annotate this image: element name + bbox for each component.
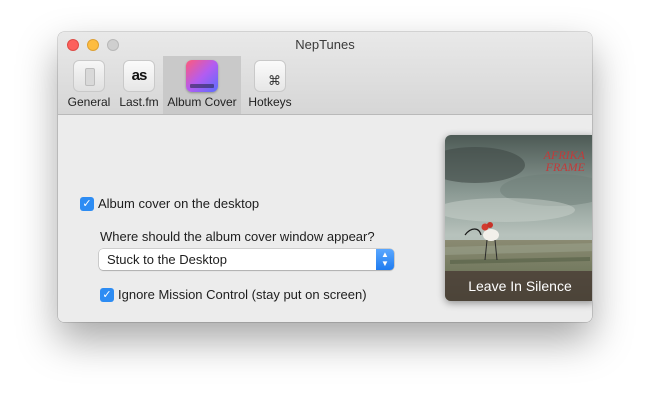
album-cover-icon bbox=[186, 60, 218, 92]
preferences-window: NepTunes General as Last.fm Album Cover … bbox=[58, 32, 592, 322]
position-select[interactable]: Stuck to the Desktop ▲ ▼ bbox=[99, 249, 394, 270]
album-cover-checkbox[interactable]: ✓ bbox=[80, 197, 94, 211]
album-cover-checkbox-label[interactable]: Album cover on the desktop bbox=[98, 196, 259, 211]
chevron-up-down-icon: ▲ ▼ bbox=[376, 249, 394, 270]
tab-hotkeys[interactable]: ⌘ Hotkeys bbox=[244, 56, 296, 114]
tab-lastfm[interactable]: as Last.fm bbox=[116, 56, 162, 114]
ignore-mission-control-label[interactable]: Ignore Mission Control (stay put on scre… bbox=[118, 287, 367, 302]
tab-album-cover-label: Album Cover bbox=[167, 95, 237, 109]
ignore-mission-control-checkbox[interactable]: ✓ bbox=[100, 288, 114, 302]
window-title: NepTunes bbox=[295, 37, 355, 52]
tab-lastfm-label: Last.fm bbox=[119, 95, 159, 109]
position-question-label: Where should the album cover window appe… bbox=[100, 229, 375, 244]
album-cover-settings-pane: ✓ Album cover on the desktop Where shoul… bbox=[58, 115, 592, 322]
tab-album-cover[interactable]: Album Cover bbox=[163, 56, 241, 114]
album-cover-preview[interactable]: AFRIKA FRAME Leave In Silence bbox=[445, 135, 592, 301]
command-key-icon: ⌘ bbox=[254, 60, 286, 92]
tab-hotkeys-label: Hotkeys bbox=[248, 95, 292, 109]
lastfm-icon: as bbox=[123, 60, 155, 92]
tab-general-label: General bbox=[67, 95, 111, 109]
tab-general[interactable]: General bbox=[66, 56, 112, 114]
general-switch-icon bbox=[73, 60, 105, 92]
position-select-value: Stuck to the Desktop bbox=[107, 252, 227, 267]
track-title: Leave In Silence bbox=[445, 271, 592, 301]
titlebar: NepTunes General as Last.fm Album Cover … bbox=[58, 32, 592, 115]
svg-text:FRAME: FRAME bbox=[545, 160, 586, 174]
